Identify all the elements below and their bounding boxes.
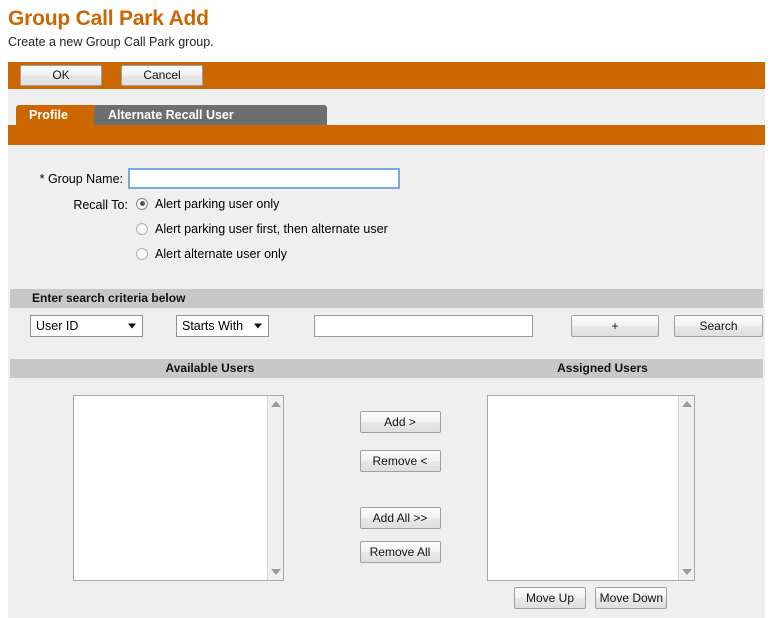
cancel-button[interactable]: Cancel (121, 65, 203, 86)
search-button[interactable]: Search (674, 315, 763, 337)
recall-to-radio-group: Alert parking user only Alert parking us… (136, 192, 388, 267)
remove-button[interactable]: Remove < (359, 450, 441, 472)
group-name-label: * Group Name: (39, 171, 123, 186)
ok-button[interactable]: OK (20, 65, 102, 86)
assigned-users-scrollbar[interactable] (678, 396, 694, 580)
search-row: User ID Starts With + Search (8, 315, 765, 339)
page-subtitle: Create a new Group Call Park group. (8, 35, 214, 49)
radio-alert-alternate-user-only[interactable]: Alert alternate user only (136, 242, 388, 265)
group-name-row: * Group Name: (8, 168, 400, 189)
radio-icon (136, 247, 148, 260)
search-text-input[interactable] (314, 315, 533, 337)
search-mode-select[interactable]: Starts With (176, 315, 269, 337)
radio-alert-parking-user-first[interactable]: Alert parking user first, then alternate… (136, 217, 388, 240)
add-criteria-button[interactable]: + (571, 315, 659, 337)
assigned-users-list[interactable] (487, 395, 695, 581)
chevron-down-icon (254, 323, 262, 329)
available-users-list[interactable] (73, 395, 284, 581)
action-bar: OK Cancel (8, 62, 765, 89)
move-down-button[interactable]: Move Down (595, 587, 668, 609)
tab-underline (8, 125, 765, 145)
search-field-select[interactable]: User ID (30, 315, 143, 337)
users-header-bar: Available Users Assigned Users (10, 359, 763, 378)
search-mode-select-value: Starts With (182, 319, 244, 333)
radio-icon (136, 197, 148, 210)
scroll-down-icon[interactable] (270, 569, 281, 575)
radio-label: Alert parking user only (155, 196, 280, 211)
radio-alert-parking-user-only[interactable]: Alert parking user only (136, 192, 388, 215)
group-name-input[interactable] (128, 168, 400, 189)
tab-alternate-recall-user[interactable]: Alternate Recall User (94, 105, 327, 125)
radio-label: Alert parking user first, then alternate… (155, 221, 388, 236)
form-body: * Group Name: Recall To: Alert parking u… (8, 145, 765, 618)
assigned-users-title: Assigned Users (557, 361, 648, 375)
transfer-buttons: Add > Remove < Add All >> Remove All (350, 395, 450, 563)
chevron-down-icon (128, 323, 136, 329)
move-buttons: Move Up Move Down (514, 587, 668, 609)
radio-icon (136, 222, 148, 235)
tab-profile[interactable]: Profile (16, 105, 98, 125)
available-users-title: Available Users (165, 361, 255, 375)
scroll-up-icon[interactable] (270, 401, 281, 407)
add-button[interactable]: Add > (359, 411, 441, 433)
search-criteria-section-title: Enter search criteria below (10, 289, 763, 308)
page-title: Group Call Park Add (8, 7, 209, 30)
recall-to-label: Recall To: (73, 198, 128, 212)
available-users-scrollbar[interactable] (267, 396, 283, 580)
tab-strip: Profile Alternate Recall User (8, 89, 765, 145)
radio-label: Alert alternate user only (155, 246, 288, 261)
search-field-select-value: User ID (36, 319, 79, 333)
scroll-up-icon[interactable] (681, 401, 692, 407)
move-up-button[interactable]: Move Up (514, 587, 586, 609)
scroll-down-icon[interactable] (681, 569, 692, 575)
add-all-button[interactable]: Add All >> (359, 507, 441, 529)
remove-all-button[interactable]: Remove All (359, 541, 441, 563)
